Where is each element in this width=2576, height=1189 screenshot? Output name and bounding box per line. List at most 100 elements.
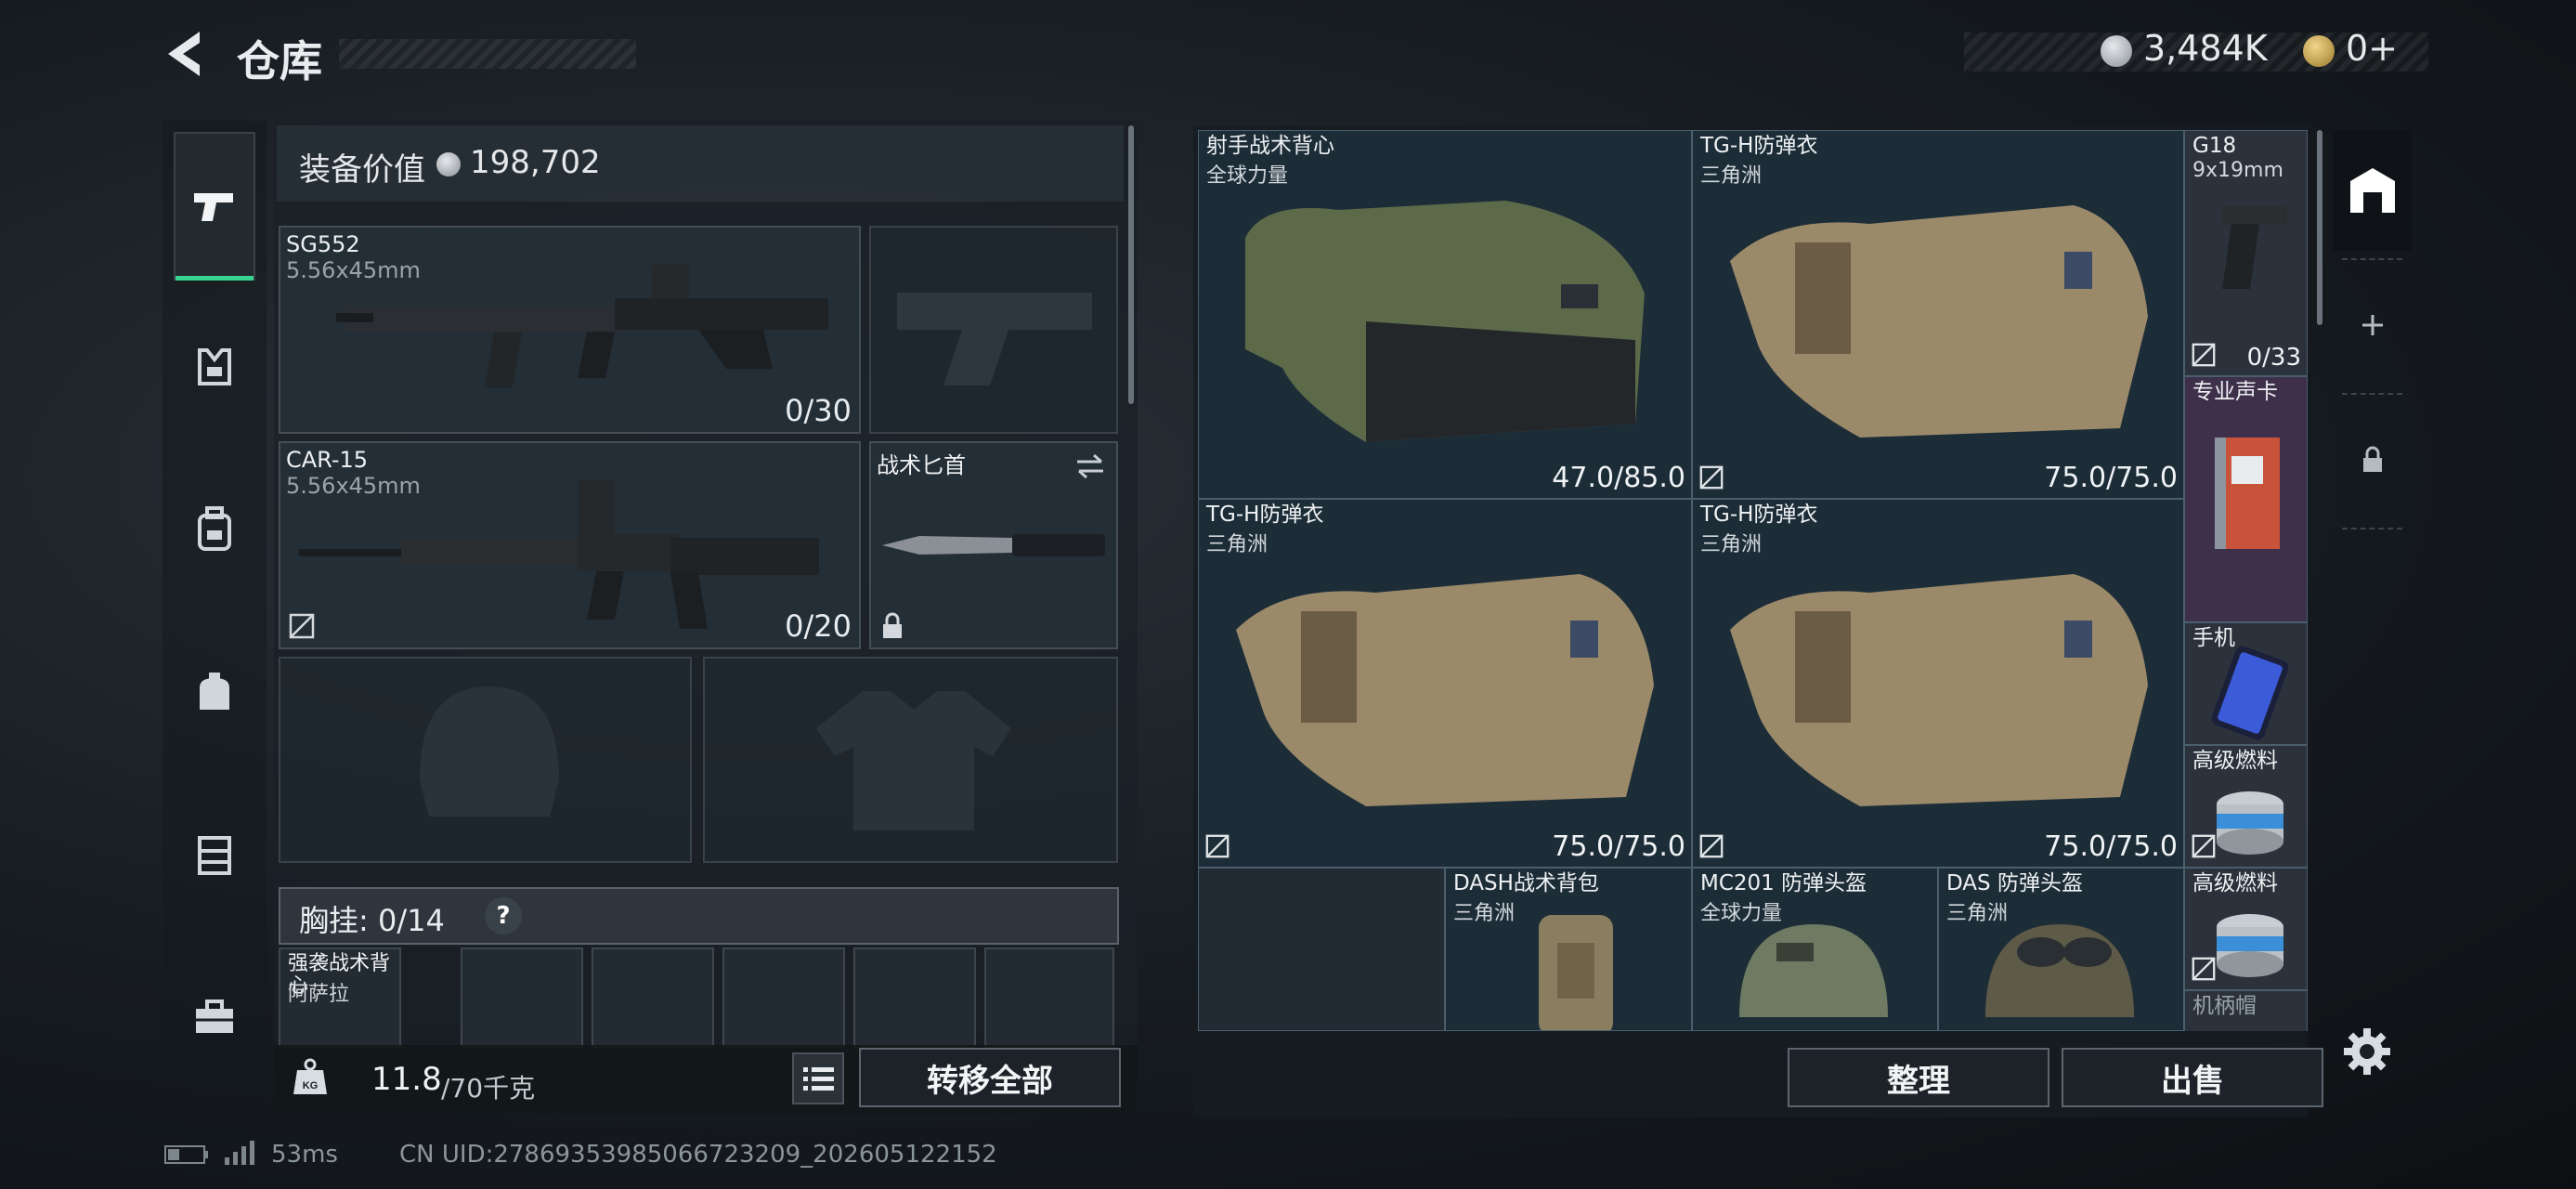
armor-image bbox=[1236, 574, 1654, 806]
stash-scrollbar[interactable] bbox=[2317, 130, 2322, 325]
rifle-image bbox=[336, 265, 828, 387]
item-name: 专业声卡 bbox=[2192, 380, 2278, 404]
lock-icon bbox=[2362, 446, 2382, 472]
no-sell-icon bbox=[2192, 834, 2216, 858]
primary-weapon-ammo: 0/30 bbox=[785, 393, 852, 428]
bag-icon bbox=[200, 673, 229, 710]
primary-weapon-slot[interactable]: SG552 5.56x45mm 0/30 bbox=[279, 226, 861, 434]
item-sub: 三角洲 bbox=[1453, 902, 1516, 925]
pistol-image bbox=[2222, 205, 2287, 289]
stash-item[interactable]: 射手战术背心 全球力量 47.0/85.0 bbox=[1198, 130, 1692, 499]
stash-item[interactable]: G18 9x19mm 0/33 bbox=[2184, 130, 2308, 376]
chest-rig-cell[interactable] bbox=[461, 947, 583, 1048]
rifle-image bbox=[299, 480, 819, 629]
list-icon bbox=[803, 1067, 834, 1091]
item-durability: 0/33 bbox=[2246, 344, 2301, 372]
backpack-image bbox=[1539, 915, 1613, 1030]
vest-image bbox=[1245, 201, 1645, 442]
stash-item[interactable]: DASH战术背包 三角洲 bbox=[1445, 868, 1692, 1031]
item-name: DAS 防弹头盔 bbox=[1946, 871, 2083, 895]
chest-rig-item[interactable]: 强袭战术背心 阿萨拉 bbox=[279, 947, 401, 1048]
add-stash-page[interactable] bbox=[2333, 265, 2412, 385]
title-decoration bbox=[339, 39, 636, 69]
stash-item[interactable]: TG-H防弹衣 三角洲 75.0/75.0 bbox=[1692, 130, 2184, 499]
back-button[interactable] bbox=[163, 28, 209, 80]
helmet-image bbox=[1739, 924, 1888, 1017]
transfer-all-button[interactable]: 转移全部 bbox=[859, 1048, 1121, 1107]
svg-text:KG: KG bbox=[303, 1080, 319, 1091]
silver-coin-icon bbox=[2101, 35, 2132, 67]
item-sub: 9x19mm bbox=[2192, 159, 2283, 182]
no-sell-icon bbox=[2192, 957, 2216, 981]
item-durability: 75.0/75.0 bbox=[2044, 462, 2178, 494]
item-sub: 三角洲 bbox=[1700, 164, 1763, 188]
stash-item[interactable]: TG-H防弹衣 三角洲 75.0/75.0 bbox=[1692, 499, 2184, 868]
category-armor[interactable] bbox=[174, 293, 255, 441]
locked-stash-page[interactable] bbox=[2333, 399, 2412, 520]
tab-divider bbox=[2342, 393, 2402, 395]
no-sell-icon bbox=[1205, 834, 1229, 858]
chest-rig-cell[interactable] bbox=[592, 947, 714, 1048]
equipment-scrollbar[interactable] bbox=[1128, 125, 1134, 404]
item-name: 机柄帽 bbox=[2192, 994, 2257, 1018]
chest-rig-cell[interactable] bbox=[853, 947, 976, 1048]
stash-item[interactable]: 高级燃料 bbox=[2184, 868, 2308, 990]
pistol-slot[interactable] bbox=[869, 226, 1118, 434]
item-sub: 三角洲 bbox=[1700, 533, 1763, 556]
item-name: TG-H防弹衣 bbox=[1700, 134, 1818, 158]
currency-gold-amount[interactable]: 0+ bbox=[2346, 28, 2398, 69]
stash-item[interactable]: 高级燃料 bbox=[2184, 745, 2308, 868]
melee-slot[interactable]: 战术匕首 bbox=[869, 441, 1118, 649]
stash-empty-cell[interactable] bbox=[1198, 868, 1445, 1031]
item-durability: 75.0/75.0 bbox=[2044, 830, 2178, 863]
sort-button[interactable]: 整理 bbox=[1788, 1048, 2049, 1107]
stash-item[interactable]: MC201 防弹头盔 全球力量 bbox=[1692, 868, 1938, 1031]
phone-image bbox=[2211, 646, 2289, 740]
body-armor-slot[interactable] bbox=[703, 657, 1118, 863]
helmet-slot[interactable] bbox=[279, 657, 692, 863]
stash-page-tabs bbox=[2333, 130, 2412, 539]
swap-icon[interactable] bbox=[1073, 452, 1107, 480]
fuel-can-image bbox=[2217, 914, 2283, 977]
currency-silver-amount: 3,484K bbox=[2143, 28, 2268, 69]
chest-item-sub: 阿萨拉 bbox=[288, 983, 350, 1006]
chest-rig-cell[interactable] bbox=[722, 947, 845, 1048]
helmet-placeholder-icon bbox=[420, 686, 559, 817]
list-view-button[interactable] bbox=[792, 1052, 844, 1104]
melee-name: 战术匕首 bbox=[877, 452, 966, 478]
sell-button[interactable]: 出售 bbox=[2062, 1048, 2323, 1107]
stash-item[interactable]: 专业声卡 bbox=[2184, 376, 2308, 622]
stash-page-tab-1[interactable] bbox=[2333, 130, 2412, 251]
stash-item[interactable]: 机柄帽 bbox=[2184, 990, 2308, 1031]
toolbox-icon bbox=[196, 1000, 233, 1033]
secondary-weapon-slot[interactable]: CAR-15 5.56x45mm 0/20 bbox=[279, 441, 861, 649]
category-toolbox[interactable] bbox=[174, 943, 255, 1091]
category-vest[interactable] bbox=[174, 780, 255, 929]
tab-divider bbox=[2342, 528, 2402, 529]
category-bag[interactable] bbox=[174, 618, 255, 766]
no-sell-icon bbox=[289, 613, 315, 639]
stash-item[interactable]: 手机 bbox=[2184, 622, 2308, 745]
chest-rig-cell[interactable] bbox=[984, 947, 1114, 1048]
item-durability: 47.0/85.0 bbox=[1552, 462, 1685, 494]
weight-icon: KG bbox=[293, 1058, 327, 1094]
backpack-icon bbox=[198, 506, 231, 551]
plus-icon bbox=[2361, 315, 2383, 335]
settings-gear-icon[interactable] bbox=[2342, 1026, 2392, 1077]
item-name: G18 bbox=[2192, 134, 2237, 158]
knife-image bbox=[882, 534, 1105, 556]
current-weight: 11.8 bbox=[371, 1061, 442, 1098]
back-arrow-icon bbox=[168, 32, 200, 76]
stash-item[interactable]: DAS 防弹头盔 三角洲 bbox=[1938, 868, 2184, 1031]
help-button[interactable]: ? bbox=[485, 897, 522, 934]
equipment-value: 198,702 bbox=[470, 144, 601, 181]
item-name: 高级燃料 bbox=[2192, 749, 2278, 773]
item-name: MC201 防弹头盔 bbox=[1700, 871, 1867, 895]
stash-item[interactable]: TG-H防弹衣 三角洲 75.0/75.0 bbox=[1198, 499, 1692, 868]
armor-image bbox=[1730, 205, 2148, 438]
category-backpack[interactable] bbox=[174, 455, 255, 604]
category-weapons[interactable] bbox=[174, 132, 255, 281]
chest-rig-capacity: 胸挂: 0/14 bbox=[299, 903, 445, 938]
pistol-placeholder-icon bbox=[897, 293, 1092, 385]
equipment-value-label: 装备价值 bbox=[299, 151, 425, 189]
